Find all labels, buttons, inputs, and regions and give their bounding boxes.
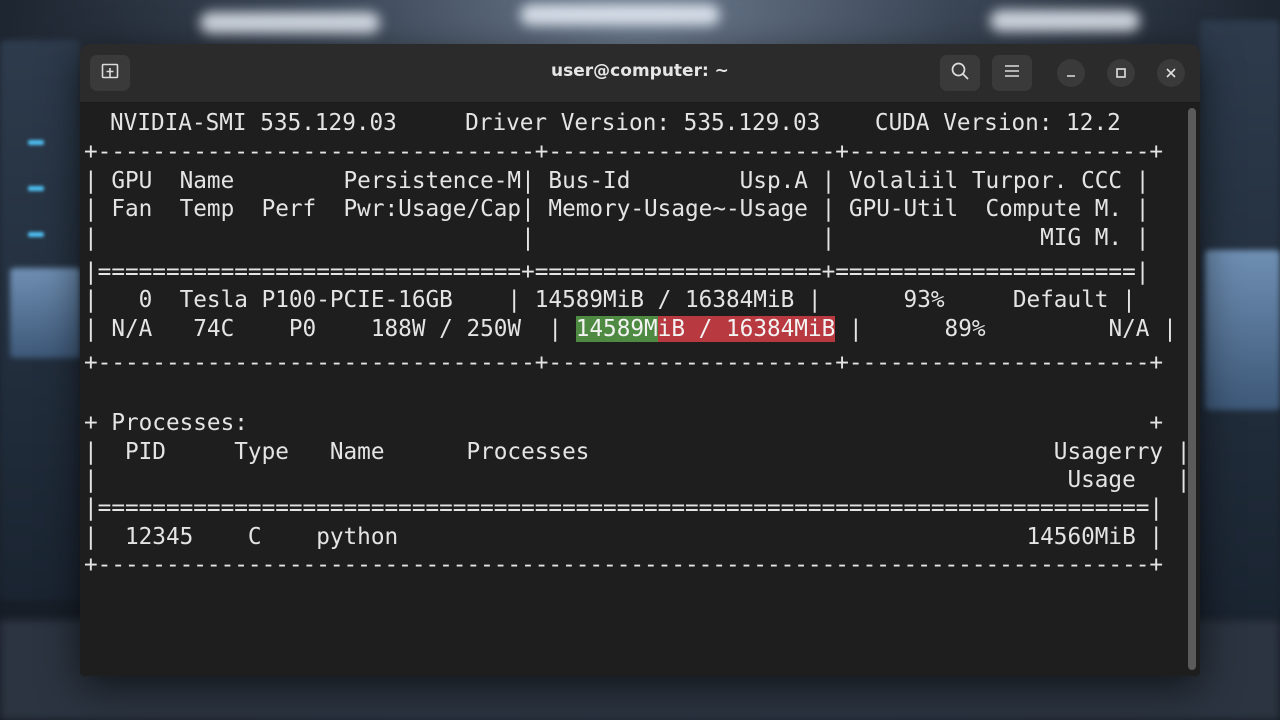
column-header-row: | | | MIG M. | — [84, 225, 1150, 251]
hamburger-menu-icon — [1003, 63, 1021, 83]
process-row: | 12345 C python 14560MiB | — [84, 524, 1164, 550]
window-title: user@computer: ~ — [551, 61, 729, 81]
nvidia-smi-header: NVIDIA-SMI 535.129.03 Driver Version: 53… — [110, 110, 1121, 136]
gpu-row-suffix: | 89% N/A | — [835, 316, 1177, 342]
maximize-icon — [1115, 64, 1127, 83]
table-separator: +---------------------------------------… — [84, 552, 1164, 578]
processes-column-row: | PID Type Name Processes Usagerry | — [84, 439, 1191, 465]
processes-column-row: | Usage | — [84, 467, 1191, 493]
table-separator: +--------------------------------+------… — [84, 350, 1164, 376]
close-icon — [1165, 64, 1177, 83]
close-button[interactable] — [1157, 59, 1185, 87]
table-separator: +--------------------------------+------… — [84, 139, 1164, 165]
ceiling-light — [990, 10, 1140, 32]
gpu-row-prefix: | N/A 74C P0 188W / 250W | — [84, 316, 576, 342]
gpu-info-row: | N/A 74C P0 188W / 250W | 14589MiB / 16… — [84, 315, 1177, 344]
minimize-icon — [1065, 64, 1077, 83]
terminal-output[interactable]: NVIDIA-SMI 535.129.03 Driver Version: 53… — [80, 103, 1191, 676]
memory-total-highlight: iB / 16384MiB — [657, 316, 836, 342]
memory-used-highlight: 14589M — [575, 316, 658, 342]
minimize-button[interactable] — [1057, 59, 1085, 87]
search-icon — [950, 61, 970, 85]
rack-led — [28, 140, 44, 145]
ceiling-light — [200, 12, 380, 34]
column-header-row: | Fan Temp Perf Pwr:Usage/Cap| Memory-Us… — [84, 196, 1150, 222]
column-header-row: | GPU Name Persistence-M| Bus-Id Usp.A |… — [84, 168, 1150, 194]
maximize-button[interactable] — [1107, 59, 1135, 87]
processes-header: + Processes: + — [84, 410, 1164, 436]
rack-led — [28, 232, 44, 237]
titlebar[interactable]: user@computer: ~ — [80, 44, 1200, 103]
search-button[interactable] — [940, 55, 980, 91]
table-double-separator: |===============================+=======… — [84, 259, 1150, 285]
rack-led — [28, 186, 44, 191]
ceiling-light — [520, 4, 720, 26]
processes-double-separator: |=======================================… — [84, 495, 1164, 521]
gpu-info-row: | 0 Tesla P100-PCIE-16GB | 14589MiB / 16… — [84, 287, 1136, 313]
background-monitor — [10, 268, 80, 358]
terminal-window[interactable]: user@computer: ~ NVIDIA-SMI 535.129.03 D… — [80, 44, 1200, 676]
menu-button[interactable] — [992, 55, 1032, 91]
background-monitor — [1205, 250, 1280, 410]
terminal-scrollbar[interactable] — [1188, 108, 1196, 670]
